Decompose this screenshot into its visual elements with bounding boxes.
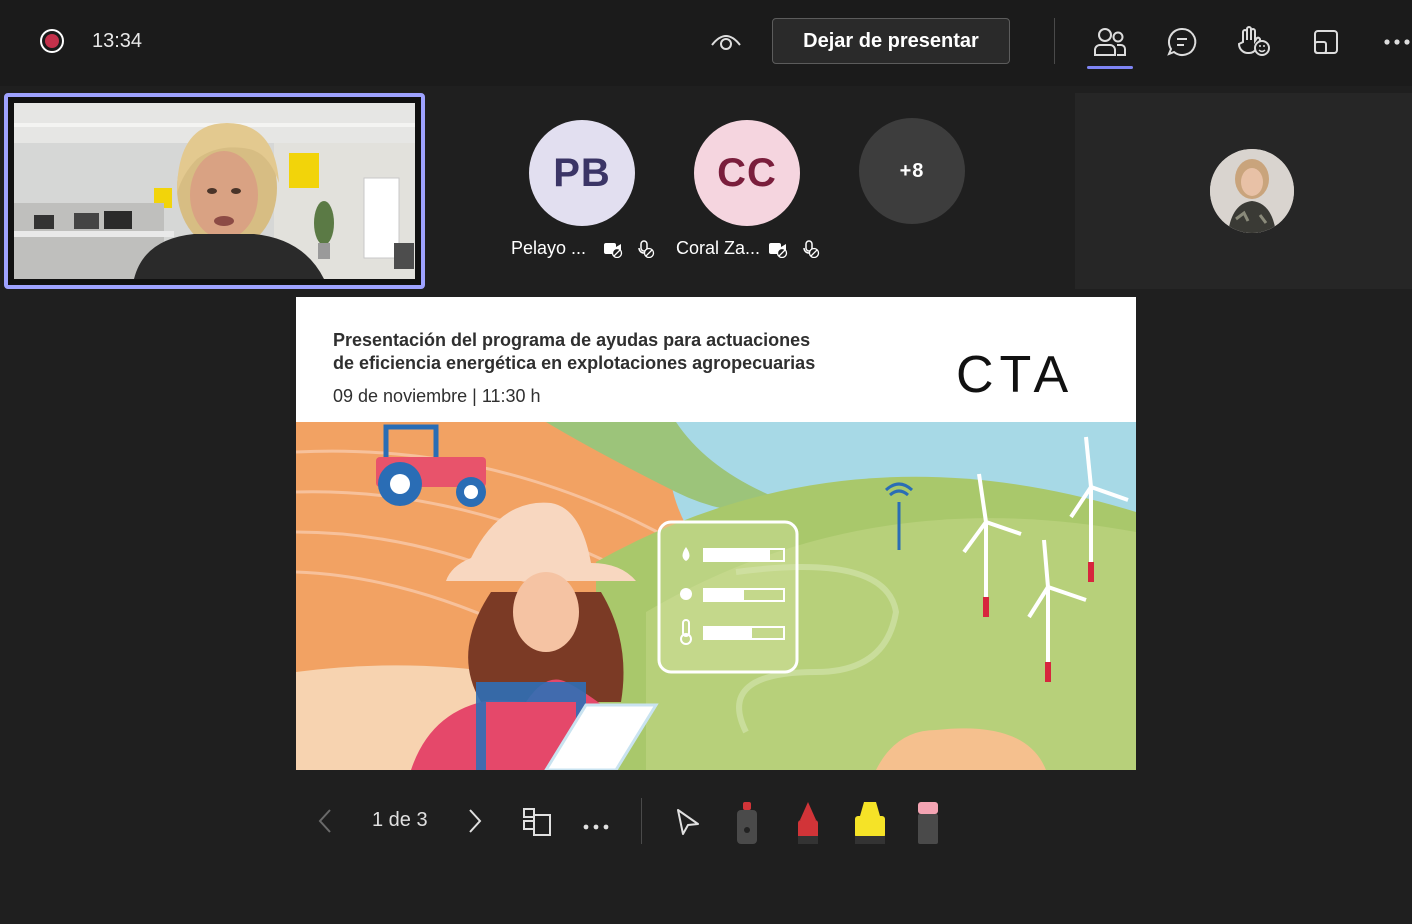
participant-name: Pelayo ... bbox=[511, 238, 587, 258]
slide-illustration bbox=[296, 422, 1136, 770]
participant-cc[interactable]: CC bbox=[694, 120, 800, 226]
camera-off-icon bbox=[603, 240, 623, 263]
speaker-video-feed bbox=[14, 103, 415, 279]
more-icon[interactable] bbox=[582, 818, 612, 836]
raise-hand-reaction-icon[interactable] bbox=[1234, 22, 1274, 62]
avatar: PB bbox=[529, 120, 635, 226]
slide-grid-icon[interactable] bbox=[522, 807, 552, 842]
active-speaker-video-tile[interactable] bbox=[4, 93, 425, 289]
more-icon[interactable] bbox=[1378, 22, 1412, 62]
more-participants-button[interactable]: +8 bbox=[859, 118, 965, 224]
cta-logo: CTA bbox=[956, 346, 1075, 404]
presentation-controls: 1 de 3 bbox=[300, 796, 960, 846]
participant-name: Coral Za... bbox=[676, 238, 761, 258]
toolbar-divider bbox=[641, 798, 642, 844]
eye-icon[interactable] bbox=[706, 22, 746, 62]
laser-pointer-icon[interactable] bbox=[732, 800, 762, 851]
camera-off-icon bbox=[768, 240, 788, 263]
meeting-timer: 13:34 bbox=[92, 30, 143, 52]
overflow-count: +8 bbox=[859, 118, 965, 224]
red-pen-icon[interactable] bbox=[793, 800, 823, 851]
eraser-icon[interactable] bbox=[913, 800, 943, 851]
record-icon bbox=[40, 29, 64, 53]
avatar: CC bbox=[694, 120, 800, 226]
mic-muted-icon bbox=[637, 240, 655, 263]
participant-video-tile[interactable] bbox=[1075, 93, 1412, 289]
page-indicator: 1 de 3 bbox=[372, 809, 428, 831]
participant-photo bbox=[1210, 149, 1294, 233]
active-tab-indicator bbox=[1087, 66, 1133, 69]
mic-muted-icon bbox=[802, 240, 820, 263]
pointer-icon[interactable] bbox=[675, 808, 701, 841]
meeting-top-bar: 13:34 Dejar de presentar bbox=[0, 0, 1412, 86]
layout-icon[interactable] bbox=[1306, 22, 1346, 62]
chat-icon[interactable] bbox=[1162, 22, 1202, 62]
yellow-highlighter-icon[interactable] bbox=[853, 800, 887, 851]
shared-presentation-slide: Presentación del programa de ayudas para… bbox=[296, 297, 1136, 770]
toolbar-divider bbox=[1054, 18, 1055, 64]
participant-pb[interactable]: PB bbox=[529, 120, 635, 226]
prev-arrow-icon[interactable] bbox=[316, 808, 334, 839]
next-arrow-icon[interactable] bbox=[466, 808, 484, 839]
stop-presenting-button[interactable]: Dejar de presentar bbox=[772, 18, 1010, 64]
slide-title: Presentación del programa de ayudas para… bbox=[333, 330, 816, 373]
slide-date: 09 de noviembre | 11:30 h bbox=[333, 386, 541, 406]
people-icon[interactable] bbox=[1090, 22, 1130, 62]
